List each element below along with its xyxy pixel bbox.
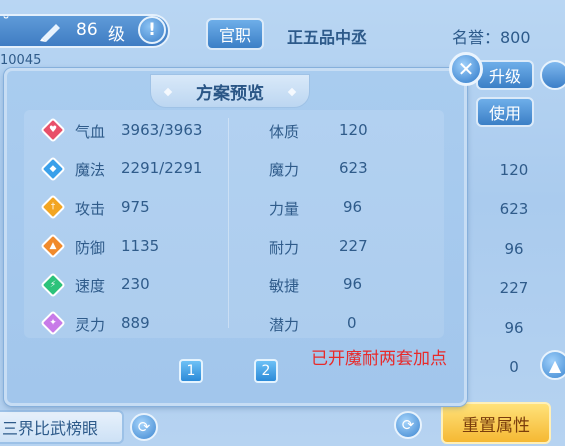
stat-label-defense: 防御 [75, 239, 106, 257]
attr-value-potential: 0 [509, 358, 519, 376]
stat-value-magic-power: 623 [339, 159, 368, 177]
stat-label-constitution: 体质 [269, 123, 300, 141]
official-rank-title: 正五品中丞 [287, 28, 368, 47]
stat-label-strength: 力量 [269, 200, 300, 218]
official-rank-button[interactable]: 官职 [206, 18, 264, 50]
attr-value-magic: 623 [499, 200, 529, 218]
stat-value-attack: 975 [121, 198, 150, 216]
stat-label-hp: 气血 [75, 123, 106, 141]
stat-label-agility: 敏捷 [269, 277, 300, 295]
arrow-up-icon[interactable]: ▲ [540, 350, 565, 380]
stat-label-mp: 魔法 [75, 161, 106, 179]
stat-value-endurance: 227 [339, 237, 368, 255]
stat-label-potential: 潜力 [269, 316, 300, 334]
stat-value-defense: 1135 [121, 237, 160, 255]
stat-label-speed: 速度 [75, 277, 106, 295]
refresh-icon[interactable]: ⟳ [394, 411, 422, 439]
stat-value-constitution: 120 [339, 121, 368, 139]
stat-label-endurance: 耐力 [269, 239, 300, 257]
fame-value: 名誉：800 [452, 28, 531, 47]
close-icon[interactable]: ✕ [449, 52, 483, 86]
stats-area [24, 110, 444, 338]
pencil-icon[interactable] [38, 20, 64, 42]
stat-label-spirit: 灵力 [75, 316, 106, 334]
reset-attributes-button[interactable]: 重置属性 [441, 402, 551, 444]
player-id: 10045 [0, 53, 42, 68]
attr-value-agility: 96 [504, 319, 524, 337]
stats-divider [228, 118, 229, 328]
stat-value-mp: 2291/2291 [121, 159, 203, 177]
upgrade-button[interactable]: 升级 [476, 60, 534, 90]
plan-note: 已开魔耐两套加点 [311, 349, 447, 369]
panel-title: 方案预览 [150, 74, 310, 108]
page-button-2[interactable]: 2 [254, 359, 278, 383]
stat-value-agility: 96 [343, 275, 363, 293]
page-button-1[interactable]: 1 [179, 359, 203, 383]
attr-value-constitution: 120 [499, 161, 529, 179]
stat-value-speed: 230 [121, 275, 150, 293]
attr-value-endurance: 227 [499, 279, 529, 297]
stat-value-hp: 3963/3963 [121, 121, 203, 139]
player-level: 86 [76, 20, 98, 40]
use-button[interactable]: 使用 [476, 97, 534, 127]
stat-value-strength: 96 [343, 198, 363, 216]
player-name-fragment: ˘ [2, 14, 10, 33]
stat-value-spirit: 889 [121, 314, 150, 332]
stat-value-potential: 0 [347, 314, 357, 332]
gift-icon[interactable] [540, 60, 565, 90]
ranking-title[interactable]: 三界比武榜眼 [0, 410, 124, 444]
exclamation-icon[interactable]: ! [138, 16, 166, 44]
stat-label-magic-power: 魔力 [269, 161, 300, 179]
refresh-icon[interactable]: ⟳ [130, 413, 158, 441]
attr-value-strength: 96 [504, 240, 524, 258]
stat-label-attack: 攻击 [75, 200, 106, 218]
level-unit: 级 [108, 25, 125, 45]
